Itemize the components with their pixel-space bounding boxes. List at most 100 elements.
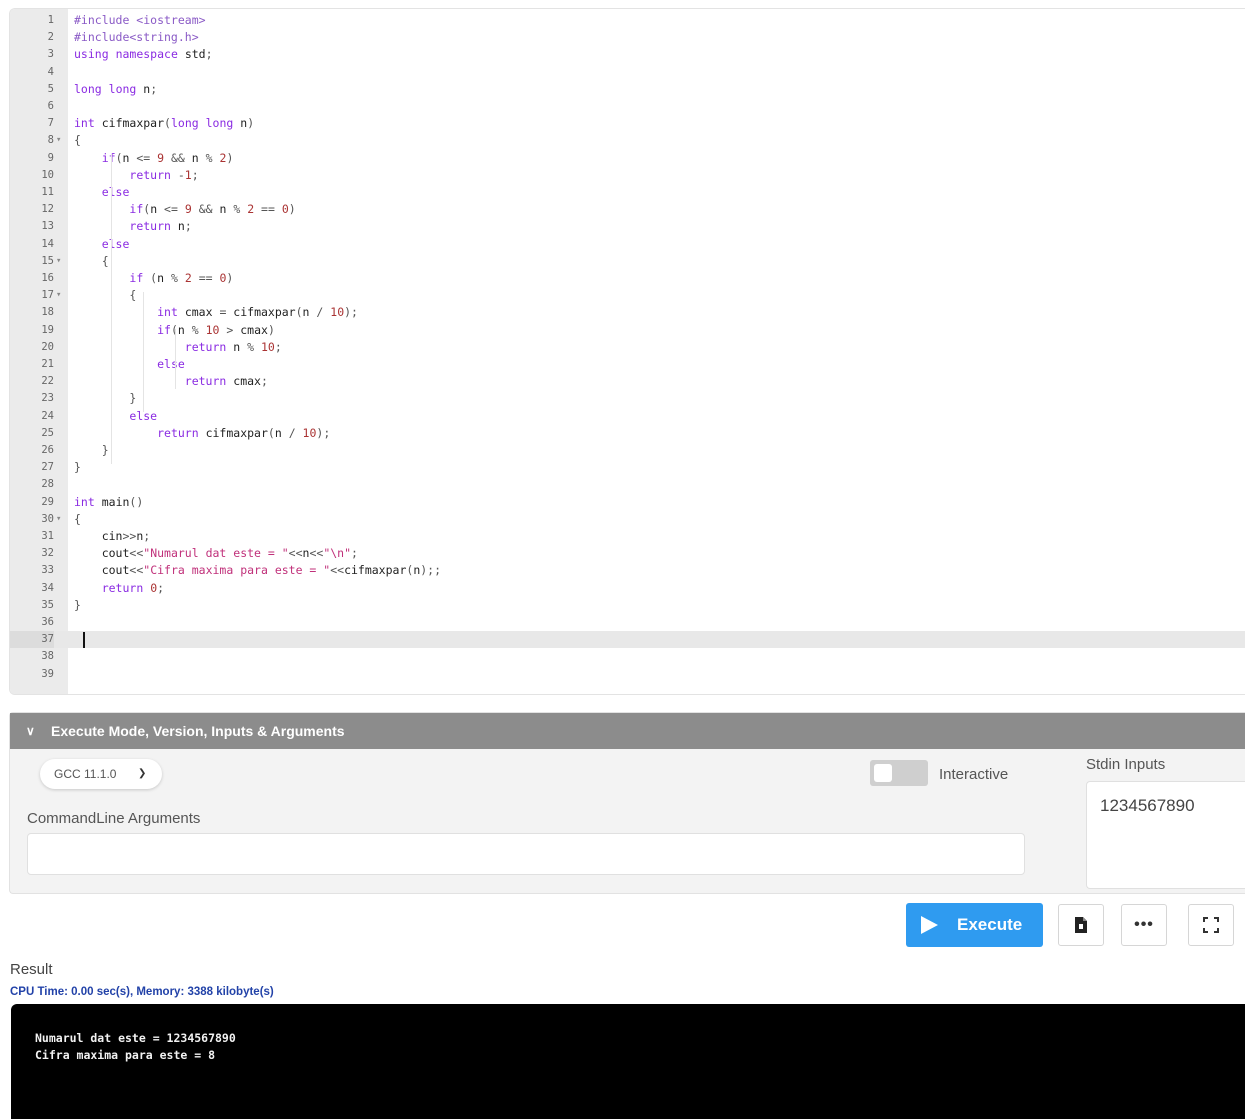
- line-number: 32: [41, 547, 54, 560]
- stdin-inputs-field[interactable]: 1234567890: [1086, 781, 1245, 889]
- line-number: 13: [41, 220, 54, 233]
- line-number: 33: [41, 564, 54, 577]
- code-line[interactable]: 19 if(n % 10 > cmax): [10, 322, 1245, 339]
- line-number: 24: [41, 409, 54, 422]
- line-number: 1: [47, 14, 54, 26]
- code-line[interactable]: 3 using namespace std;: [10, 46, 1245, 63]
- code-text: #include <iostream>: [74, 13, 206, 27]
- code-line[interactable]: 5 long long n;: [10, 81, 1245, 98]
- code-line[interactable]: 13 return n;: [10, 218, 1245, 235]
- code-line[interactable]: 9 if(n <= 9 && n % 2): [10, 150, 1245, 167]
- line-number: 12: [41, 203, 54, 216]
- code-line[interactable]: 25 return cifmaxpar(n / 10);: [10, 425, 1245, 442]
- program-output: Numarul dat este = 1234567890 Cifra maxi…: [35, 1031, 236, 1062]
- code-line[interactable]: 39: [10, 666, 1245, 683]
- code-line[interactable]: 22 return cmax;: [10, 373, 1245, 390]
- code-line[interactable]: 35}: [10, 597, 1245, 614]
- line-number: 10: [41, 168, 54, 181]
- code-line[interactable]: 7 int cifmaxpar(long long n): [10, 115, 1245, 132]
- code-line[interactable]: 36: [10, 614, 1245, 631]
- indent-guide: [175, 329, 176, 389]
- save-file-button[interactable]: [1058, 904, 1104, 946]
- line-number: 28: [41, 478, 54, 491]
- line-number: 39: [41, 667, 54, 680]
- chevron-down-icon: ❯: [138, 768, 147, 779]
- code-line[interactable]: 29 int main(): [10, 494, 1245, 511]
- code-line[interactable]: 38: [10, 648, 1245, 665]
- code-line[interactable]: 37: [10, 631, 1245, 649]
- line-number: 11: [41, 186, 54, 198]
- code-text: int cmax = cifmaxpar(n / 10);: [157, 305, 358, 320]
- fullscreen-button[interactable]: [1188, 904, 1234, 946]
- fold-arrow-icon[interactable]: ▾: [56, 132, 66, 149]
- play-icon: [921, 916, 938, 934]
- toggle-knob: [874, 764, 892, 782]
- fold-arrow-icon[interactable]: ▾: [56, 253, 66, 270]
- chevron-down-icon: ∨: [26, 724, 35, 738]
- code-line[interactable]: 14 else: [10, 236, 1245, 253]
- code-line[interactable]: 27}: [10, 459, 1245, 476]
- code-text: {: [74, 288, 137, 303]
- code-line[interactable]: 10 return -1;: [10, 167, 1245, 184]
- code-text: else: [157, 357, 185, 371]
- code-text: {: [74, 133, 81, 148]
- code-line[interactable]: 20 return n % 10;: [10, 339, 1245, 356]
- compiler-version-value: GCC 11.1.0: [54, 767, 117, 781]
- text-cursor: [83, 632, 85, 648]
- compiler-version-select[interactable]: GCC 11.1.0 ❯: [40, 759, 162, 789]
- code-line[interactable]: 23 }: [10, 390, 1245, 407]
- line-number: 9: [47, 151, 54, 164]
- code-line[interactable]: 8 ▾ {: [10, 132, 1245, 149]
- line-number: 25: [41, 426, 54, 439]
- code-line[interactable]: 21 else: [10, 356, 1245, 373]
- code-line[interactable]: 6: [10, 98, 1245, 115]
- code-text: return -1;: [129, 167, 199, 182]
- line-number: 19: [41, 323, 54, 336]
- commandline-arguments-input[interactable]: [27, 833, 1025, 875]
- code-line[interactable]: 11 else: [10, 184, 1245, 201]
- execute-options-header[interactable]: ∨ Execute Mode, Version, Inputs & Argume…: [10, 713, 1245, 749]
- execute-options-panel: ∨ Execute Mode, Version, Inputs & Argume…: [9, 712, 1245, 894]
- code-line[interactable]: 2 #include<string.h>: [10, 29, 1245, 46]
- code-line[interactable]: 18 int cmax = cifmaxpar(n / 10);: [10, 304, 1245, 321]
- more-options-button[interactable]: •••: [1121, 904, 1167, 946]
- code-text: {: [74, 511, 81, 526]
- code-line[interactable]: 24 else: [10, 408, 1245, 425]
- code-line[interactable]: 26 }: [10, 442, 1245, 459]
- code-line[interactable]: 30 ▾ {: [10, 511, 1245, 528]
- code-line[interactable]: 16 if (n % 2 == 0): [10, 270, 1245, 287]
- execute-options-title: Execute Mode, Version, Inputs & Argument…: [51, 723, 345, 739]
- code-text: if(n <= 9 && n % 2): [101, 150, 234, 165]
- execute-button-label: Execute: [957, 915, 1023, 934]
- code-line[interactable]: 12 if(n <= 9 && n % 2 == 0): [10, 201, 1245, 218]
- code-text: if(n <= 9 && n % 2 == 0): [129, 202, 296, 217]
- output-terminal: Numarul dat este = 1234567890 Cifra maxi…: [11, 1004, 1245, 1119]
- interactive-toggle[interactable]: [870, 760, 928, 786]
- execute-button[interactable]: Execute: [906, 903, 1043, 947]
- line-number: 31: [41, 530, 54, 542]
- fold-arrow-icon[interactable]: ▾: [56, 511, 66, 528]
- code-line[interactable]: 17 ▾ {: [10, 287, 1245, 304]
- line-number: 8: [47, 134, 54, 147]
- code-line[interactable]: 34 return 0;: [10, 580, 1245, 597]
- line-number: 18: [41, 306, 54, 319]
- fold-arrow-icon[interactable]: ▾: [56, 287, 66, 304]
- code-line[interactable]: 28: [10, 476, 1245, 493]
- code-line[interactable]: 32 cout<<"Numarul dat este = "<<n<<"\n";: [10, 545, 1245, 562]
- code-text: int main(): [74, 494, 144, 509]
- code-line[interactable]: 15 ▾ {: [10, 253, 1245, 270]
- code-text: cin>>n;: [101, 529, 151, 543]
- line-number: 15: [41, 254, 54, 267]
- line-number: 27: [41, 461, 54, 474]
- line-number: 26: [41, 444, 54, 456]
- code-line[interactable]: 31 cin>>n;: [10, 528, 1245, 545]
- code-editor[interactable]: 1 #include <iostream> 2 #include<string.h> 3…: [9, 8, 1245, 695]
- line-number: 4: [47, 65, 54, 78]
- code-text: {: [74, 253, 109, 268]
- code-text: return n;: [129, 219, 192, 234]
- line-number: 2: [47, 31, 54, 44]
- line-number: 16: [41, 272, 54, 284]
- code-line[interactable]: 33 cout<<"Cifra maxima para este = "<<ci…: [10, 562, 1245, 579]
- code-line[interactable]: 1 #include <iostream>: [10, 12, 1245, 29]
- code-line[interactable]: 4: [10, 64, 1245, 81]
